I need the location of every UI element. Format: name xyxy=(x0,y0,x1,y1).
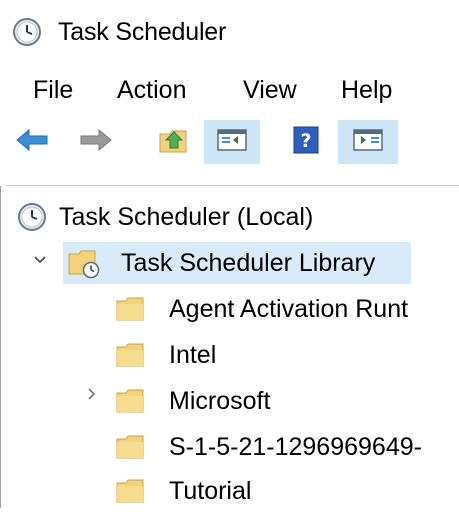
chevron-down-icon[interactable] xyxy=(33,252,47,270)
clock-icon xyxy=(12,17,42,52)
tree-node-tutorial[interactable]: Tutorial xyxy=(115,470,455,512)
show-hide-action-pane-button[interactable] xyxy=(338,120,398,164)
folder-icon xyxy=(115,433,151,461)
svg-text:?: ? xyxy=(300,130,311,152)
folder-icon xyxy=(115,477,151,505)
forward-button[interactable] xyxy=(78,120,114,164)
tree-node-label: Microsoft xyxy=(169,386,271,415)
tree-node-task-scheduler-library[interactable]: Task Scheduler Library xyxy=(63,242,411,284)
clock-icon xyxy=(17,202,51,232)
folder-icon xyxy=(115,341,151,369)
menu-action[interactable]: Action xyxy=(117,76,186,105)
tree-node-label: Agent Activation Runt xyxy=(169,294,409,323)
tree-node-microsoft[interactable]: Microsoft xyxy=(115,380,455,422)
console-tree: Task Scheduler (Local) Task Scheduler Li… xyxy=(0,186,459,508)
arrow-right-icon xyxy=(79,128,113,157)
console-tree-icon xyxy=(216,126,248,159)
window-title: Task Scheduler xyxy=(58,18,227,46)
tree-node-intel[interactable]: Intel xyxy=(115,334,455,376)
tree-node-label: Task Scheduler Library xyxy=(121,248,376,277)
show-hide-console-tree-button[interactable] xyxy=(204,120,260,164)
back-button[interactable] xyxy=(14,120,50,164)
folder-icon xyxy=(115,387,151,415)
folder-clock-icon xyxy=(67,247,107,279)
menu-bar: File Action View Help xyxy=(0,62,459,114)
up-one-level-button[interactable] xyxy=(152,120,196,164)
chevron-right-icon[interactable] xyxy=(87,387,97,406)
tree-node-user-sid[interactable]: S-1-5-21-1296969649- xyxy=(115,426,459,468)
tree-node-label: Intel xyxy=(169,340,217,369)
menu-help[interactable]: Help xyxy=(341,76,392,105)
tree-node-label: Task Scheduler (Local) xyxy=(59,202,314,231)
menu-file[interactable]: File xyxy=(33,76,73,105)
tree-node-label: S-1-5-21-1296969649- xyxy=(169,432,422,461)
tree-node-label: Tutorial xyxy=(169,476,252,505)
menu-view[interactable]: View xyxy=(243,76,297,105)
tree-node-agent-activation-runtime[interactable]: Agent Activation Runt xyxy=(115,288,459,330)
arrow-left-icon xyxy=(15,128,49,157)
help-icon: ? xyxy=(292,125,320,160)
title-bar: Task Scheduler xyxy=(0,0,459,62)
folder-up-icon xyxy=(158,126,190,159)
toolbar: ? xyxy=(0,114,459,174)
folder-icon xyxy=(115,295,151,323)
action-pane-icon xyxy=(352,126,384,159)
tree-node-root[interactable]: Task Scheduler (Local) xyxy=(17,196,457,238)
help-button[interactable]: ? xyxy=(284,120,328,164)
